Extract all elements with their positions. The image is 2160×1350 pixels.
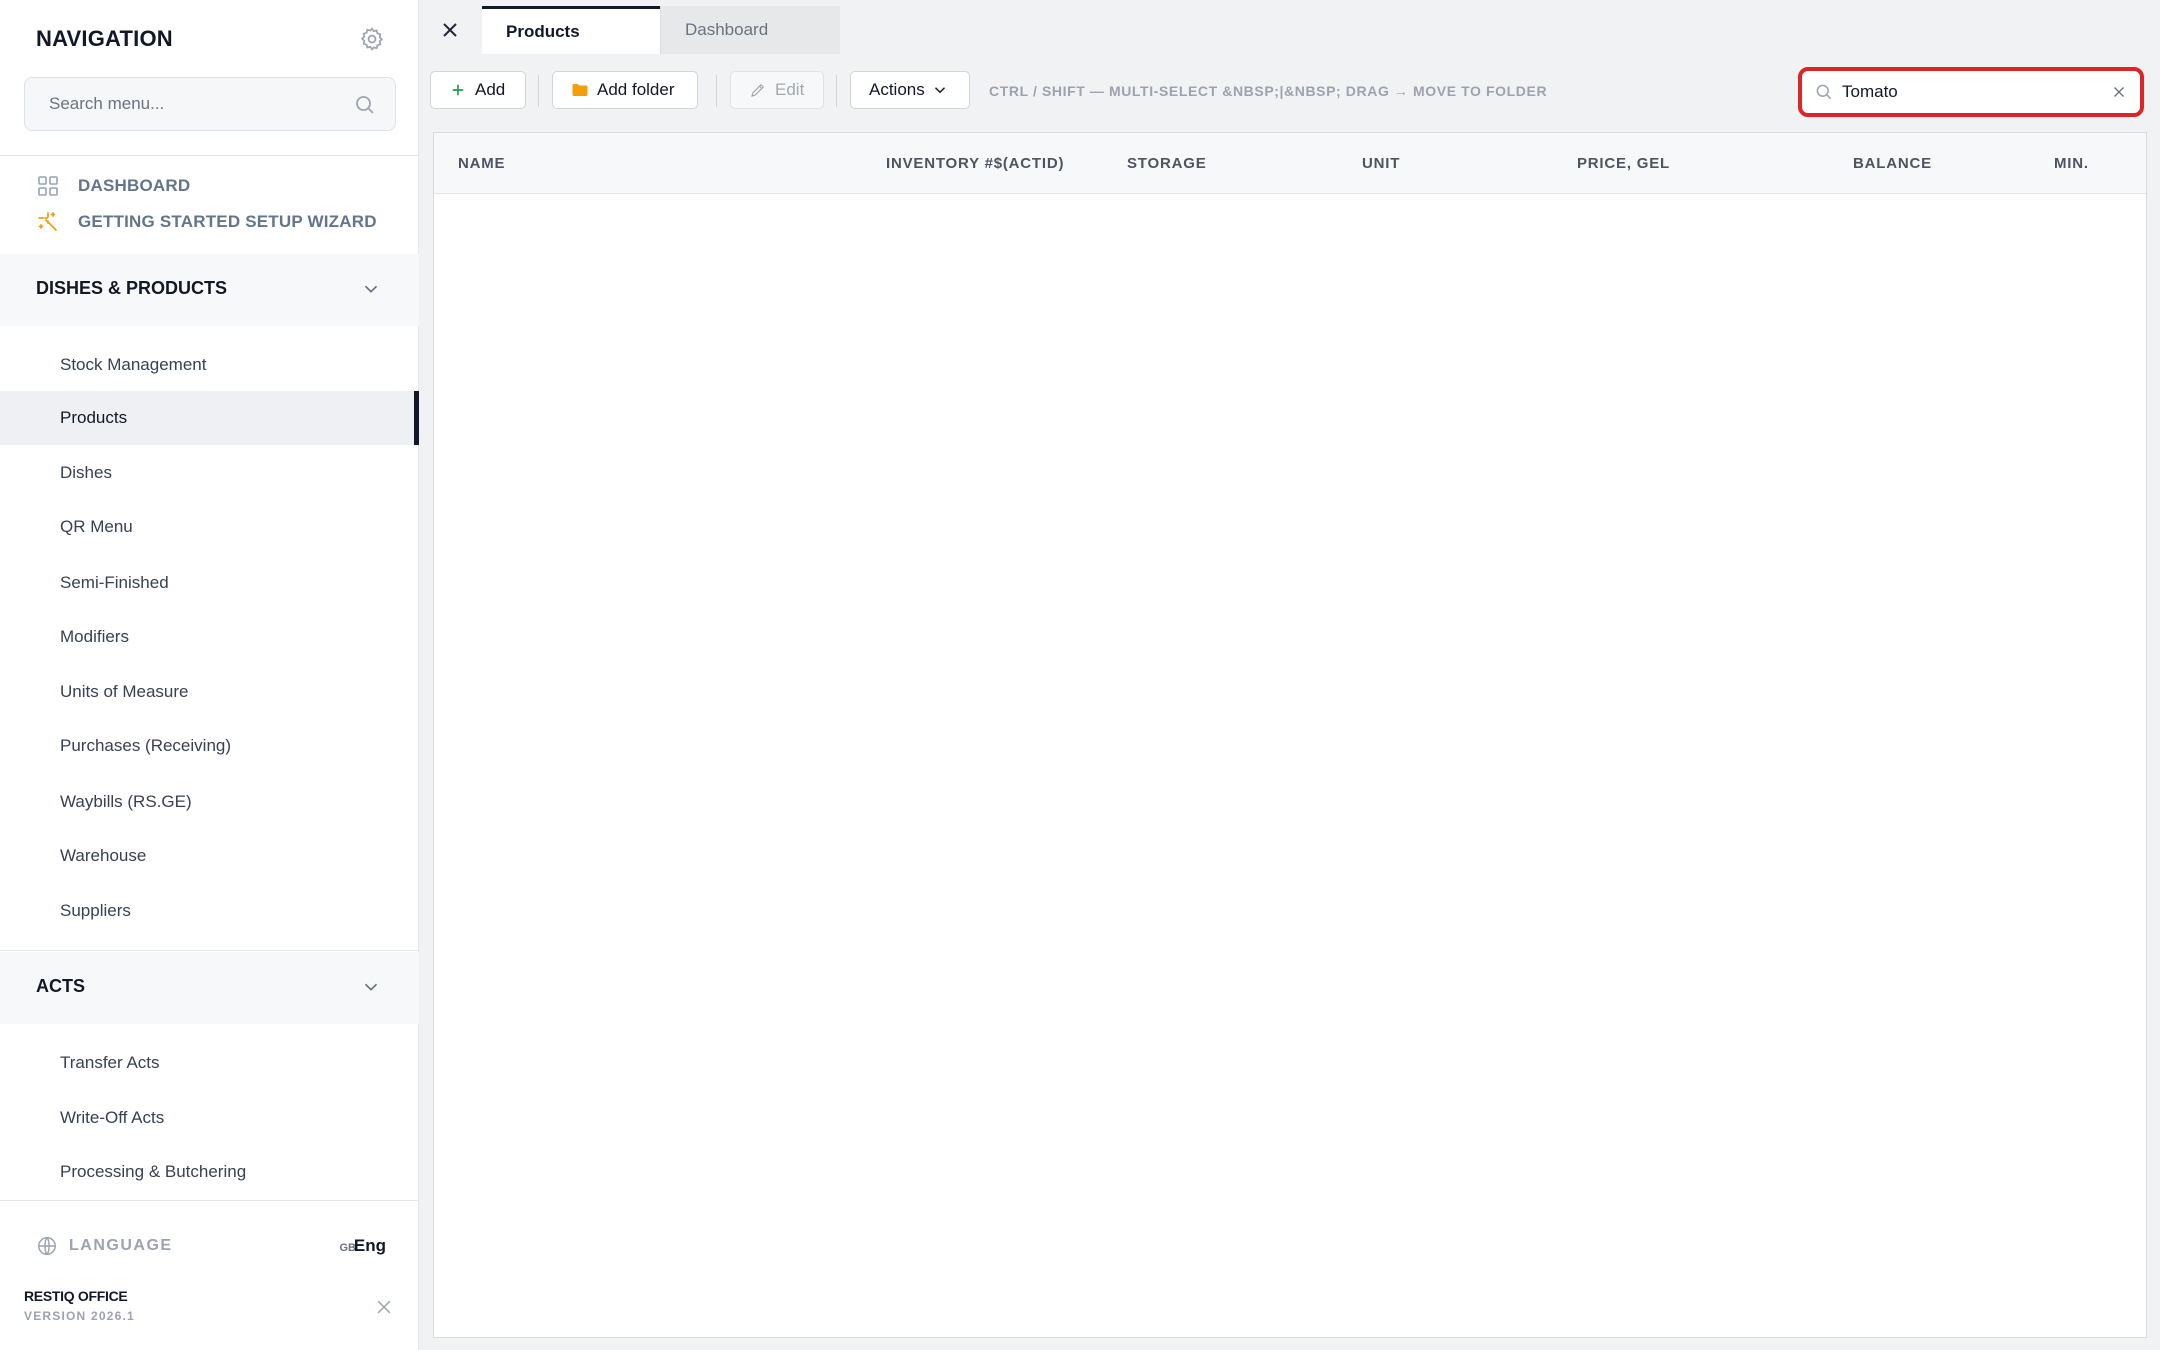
sidebar: NAVIGATION DASHBOARD GETTI (0, 0, 419, 1350)
sidebar-item-dishes[interactable]: Dishes (0, 446, 419, 500)
edit-button-label: Edit (775, 80, 805, 99)
sidebar-item-purchases[interactable]: Purchases (Receiving) (0, 719, 419, 773)
section-label: ACTS (36, 976, 85, 996)
sidebar-item-waybills[interactable]: Waybills (RS.GE) (0, 775, 419, 829)
column-header-storage[interactable]: STORAGE (1127, 155, 1207, 172)
tab-products[interactable]: Products (482, 6, 660, 54)
sidebar-item-modifiers[interactable]: Modifiers (0, 610, 419, 664)
add-folder-button[interactable]: Add folder (552, 71, 698, 109)
section-dishes-products[interactable]: DISHES & PRODUCTS (0, 254, 419, 326)
column-header-balance[interactable]: BALANCE (1853, 155, 1932, 172)
sparkle-icon (36, 210, 60, 234)
sidebar-item-transfer-acts[interactable]: Transfer Acts (0, 1036, 419, 1090)
quick-link-label: DASHBOARD (78, 176, 191, 195)
toolbar-divider (836, 75, 837, 107)
sidebar-search (24, 77, 396, 131)
close-icon[interactable] (374, 1297, 394, 1317)
sidebar-item-qr-menu[interactable]: QR Menu (0, 500, 419, 554)
toolbar: Add Add folder Edit Actions CTRL / SHIFT… (420, 61, 2160, 121)
sidebar-item-processing-butchering[interactable]: Processing & Butchering (0, 1145, 419, 1199)
actions-dropdown-label: Actions (869, 80, 925, 99)
clear-icon[interactable] (2110, 83, 2128, 101)
brand-name: RESTIQ OFFICE (24, 1288, 128, 1304)
sidebar-item-suppliers[interactable]: Suppliers (0, 884, 419, 938)
main-content: Products Dashboard Add Add folder Edit A… (420, 0, 2160, 1350)
toolbar-hint: CTRL / SHIFT — MULTI-SELECT &NBSP;|&NBSP… (989, 83, 1548, 99)
language-label: LANGUAGE (69, 1237, 173, 1254)
quick-link-label: GETTING STARTED SETUP WIZARD (78, 212, 377, 231)
add-folder-button-label: Add folder (597, 80, 675, 99)
column-header-price[interactable]: PRICE, GEL (1577, 155, 1670, 172)
chevron-down-icon (360, 976, 382, 998)
table-search-input[interactable] (1842, 71, 2082, 113)
tab-dashboard[interactable]: Dashboard (660, 6, 840, 54)
sidebar-title: NAVIGATION (36, 26, 173, 51)
products-table: NAME INVENTORY #$(ACTID) STORAGE UNIT PR… (433, 132, 2147, 1338)
chevron-down-icon (360, 278, 382, 300)
sidebar-item-stock-management[interactable]: Stock Management (0, 338, 419, 392)
search-icon[interactable] (353, 93, 377, 117)
toolbar-divider (716, 75, 717, 107)
sidebar-item-warehouse[interactable]: Warehouse (0, 829, 419, 883)
section-label: DISHES & PRODUCTS (36, 278, 228, 298)
pencil-icon (749, 81, 767, 99)
add-button-label: Add (475, 80, 506, 99)
chevron-down-icon (931, 81, 949, 99)
divider (0, 1200, 419, 1201)
plus-icon (449, 81, 467, 99)
sidebar-item-write-off-acts[interactable]: Write-Off Acts (0, 1091, 419, 1145)
gear-icon[interactable] (359, 26, 385, 52)
column-header-unit[interactable]: UNIT (1362, 155, 1400, 172)
table-header: NAME INVENTORY #$(ACTID) STORAGE UNIT PR… (434, 133, 2146, 194)
column-header-inventory[interactable]: INVENTORY #$(ACTID) (886, 155, 1064, 172)
grid-icon (36, 174, 60, 198)
actions-dropdown[interactable]: Actions (850, 71, 970, 109)
edit-button[interactable]: Edit (730, 71, 824, 109)
language-value[interactable]: Eng (354, 1236, 386, 1256)
divider (0, 155, 419, 156)
close-icon[interactable] (438, 18, 462, 42)
brand-version: VERSION 2026.1 (24, 1309, 135, 1323)
table-search (1798, 67, 2144, 117)
divider (0, 950, 419, 951)
column-header-name[interactable]: NAME (458, 155, 505, 172)
column-header-min[interactable]: MIN. (2054, 155, 2089, 172)
toolbar-divider (538, 75, 539, 107)
quick-link-setup-wizard[interactable]: GETTING STARTED SETUP WIZARD (36, 207, 377, 237)
globe-icon (36, 1235, 58, 1257)
quick-link-dashboard[interactable]: DASHBOARD (36, 171, 190, 201)
add-button[interactable]: Add (430, 71, 526, 109)
folder-icon (571, 81, 589, 99)
section-acts[interactable]: ACTS (0, 952, 419, 1024)
language-selector[interactable]: LANGUAGE GB Eng (36, 1232, 386, 1260)
search-icon (1814, 82, 1834, 102)
sidebar-item-units-of-measure[interactable]: Units of Measure (0, 665, 419, 719)
sidebar-item-semi-finished[interactable]: Semi-Finished (0, 556, 419, 610)
sidebar-search-input[interactable] (25, 78, 395, 130)
sidebar-item-products[interactable]: Products (0, 391, 419, 445)
